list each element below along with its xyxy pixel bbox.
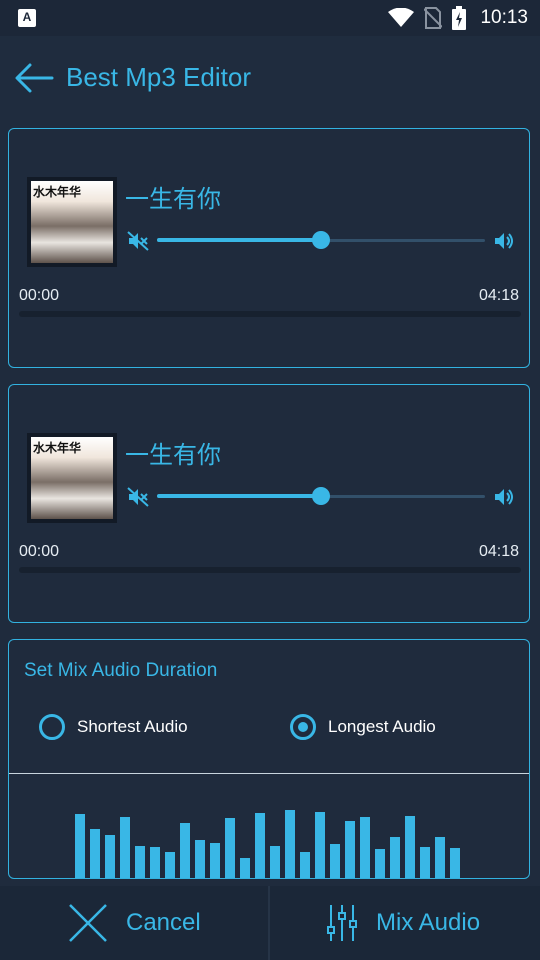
visualizer-bar	[240, 858, 250, 878]
visualizer-bar	[75, 814, 85, 878]
radio-button-icon[interactable]	[39, 714, 65, 740]
no-sim-icon	[424, 7, 443, 29]
mix-audio-button[interactable]: Mix Audio	[326, 886, 480, 960]
radio-shortest-audio[interactable]: Shortest Audio	[39, 712, 188, 742]
visualizer-bar	[135, 846, 145, 878]
visualizer-bar	[345, 821, 355, 878]
volume-up-icon[interactable]	[493, 231, 515, 251]
visualizer-bar	[330, 844, 340, 878]
mix-duration-card: Set Mix Audio Duration Shortest Audio Lo…	[8, 639, 530, 879]
visualizer-bar	[285, 810, 295, 878]
visualizer-bar	[435, 837, 445, 878]
visualizer-bar	[150, 847, 160, 878]
bottom-action-bar: Cancel Mix Audio	[0, 886, 540, 960]
page-title: Best Mp3 Editor	[66, 62, 251, 92]
radio-longest-audio[interactable]: Longest Audio	[290, 712, 436, 742]
album-cover-caption: 水木年华	[33, 441, 82, 455]
battery-charging-icon	[452, 6, 467, 30]
song-title: 一生有你	[125, 441, 221, 469]
visualizer-bar	[90, 829, 100, 878]
volume-up-icon[interactable]	[493, 487, 515, 507]
volume-slider-thumb[interactable]	[312, 231, 330, 249]
wifi-icon	[388, 8, 415, 27]
cancel-label: Cancel	[126, 909, 201, 936]
start-time: 00:00	[19, 287, 60, 304]
album-cover: 水木年华	[27, 433, 117, 523]
visualizer-bar	[225, 818, 235, 878]
visualizer-bar	[120, 817, 130, 878]
visualizer-bar	[405, 816, 415, 878]
visualizer-bar	[210, 843, 220, 878]
volume-mute-icon[interactable]	[127, 231, 149, 251]
radio-label: Longest Audio	[328, 717, 436, 736]
visualizer-bar	[360, 817, 370, 878]
volume-slider[interactable]	[157, 487, 485, 505]
close-icon	[69, 904, 107, 942]
app-bar: Best Mp3 Editor	[0, 36, 540, 120]
mix-audio-label: Mix Audio	[376, 909, 481, 936]
visualizer-bar	[255, 813, 265, 878]
visualizer-bar	[270, 846, 280, 878]
playback-progress-bar[interactable]	[19, 311, 521, 317]
audio-visualizer	[75, 810, 460, 878]
back-arrow-icon[interactable]	[14, 60, 54, 96]
song-title: 一生有你	[125, 185, 221, 213]
volume-slider[interactable]	[157, 231, 485, 249]
visualizer-bar	[195, 840, 205, 878]
notification-icon: A	[18, 9, 36, 27]
end-time: 04:18	[478, 543, 519, 560]
visualizer-bar	[105, 835, 115, 878]
mix-duration-title: Set Mix Audio Duration	[24, 660, 218, 681]
visualizer-bar	[315, 812, 325, 878]
visualizer-bar	[300, 852, 310, 878]
visualizer-bar	[375, 849, 385, 878]
end-time: 04:18	[478, 287, 519, 304]
start-time: 00:00	[19, 543, 60, 560]
visualizer-bar	[420, 847, 430, 878]
volume-mute-icon[interactable]	[127, 487, 149, 507]
volume-slider-thumb[interactable]	[312, 487, 330, 505]
status-bar: A 10:13	[0, 0, 540, 36]
radio-label: Shortest Audio	[77, 717, 188, 736]
radio-button-icon[interactable]	[290, 714, 316, 740]
album-cover-caption: 水木年华	[33, 185, 82, 199]
clock: 10:13	[480, 7, 528, 28]
status-icons: 10:13	[388, 6, 528, 30]
album-cover: 水木年华	[27, 177, 117, 267]
track-card-2: 水木年华 一生有你 00:00 04:18	[8, 384, 530, 623]
divider	[268, 886, 270, 960]
cancel-button[interactable]: Cancel	[68, 886, 201, 960]
visualizer-bar	[180, 823, 190, 878]
visualizer-bar	[165, 852, 175, 878]
visualizer-bar	[390, 837, 400, 878]
track-card-1: 水木年华 一生有你 00:00 04:18	[8, 128, 530, 368]
playback-progress-bar[interactable]	[19, 567, 521, 573]
visualizer-bar	[450, 848, 460, 878]
equalizer-icon	[327, 905, 357, 941]
